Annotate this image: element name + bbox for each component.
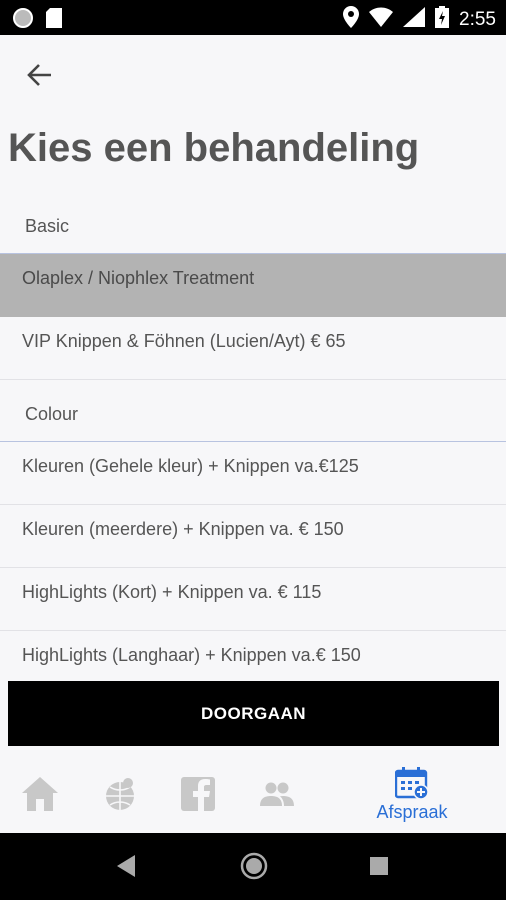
tab-afspraak[interactable]: Afspraak [368,755,456,833]
circle-home-icon [240,852,268,880]
sd-card-icon [46,8,62,33]
section-header-colour: Colour [0,380,506,442]
bottom-tab-bar: Afspraak [0,755,506,833]
treatment-item[interactable]: Kleuren (Gehele kleur) + Knippen va.€125 [0,442,506,505]
status-bar: 2:55 [0,0,506,35]
nav-home-button[interactable] [240,852,268,885]
page-title: Kies een behandeling [8,126,420,170]
people-icon [260,782,294,806]
square-recents-icon [370,857,388,875]
treatment-item[interactable]: Kleuren (meerdere) + Knippen va. € 150 [0,505,506,568]
treatment-item[interactable]: VIP Knippen & Föhnen (Lucien/Ayt) € 65 [0,317,506,380]
tab-facebook[interactable] [178,755,218,833]
treatment-list: Basic Olaplex / Niophlex Treatment VIP K… [0,192,506,694]
tab-people[interactable] [258,755,296,833]
tab-label-afspraak: Afspraak [376,801,448,822]
treatment-item[interactable]: Olaplex / Niophlex Treatment [0,254,506,317]
continue-button[interactable]: DOORGAAN [8,681,499,746]
circle-notification-icon [12,7,34,34]
nav-recents-button[interactable] [370,857,388,880]
tab-globe[interactable] [100,755,140,833]
triangle-back-icon [117,855,135,877]
tab-home[interactable] [18,755,62,833]
clock: 2:55 [459,8,496,30]
calendar-add-icon [395,766,429,800]
back-button[interactable] [22,57,58,93]
wifi-icon [369,7,394,32]
globe-icon [106,778,134,810]
location-icon [343,6,360,33]
system-nav-bar [0,833,506,900]
home-icon [22,777,58,811]
battery-charging-icon [435,6,450,33]
section-header-basic: Basic [0,192,506,254]
arrow-left-icon [27,64,51,86]
nav-back-button[interactable] [117,855,137,882]
facebook-icon [181,777,215,811]
signal-icon [403,7,426,32]
app-bar [0,35,506,115]
treatment-item[interactable]: HighLights (Kort) + Knippen va. € 115 [0,568,506,631]
